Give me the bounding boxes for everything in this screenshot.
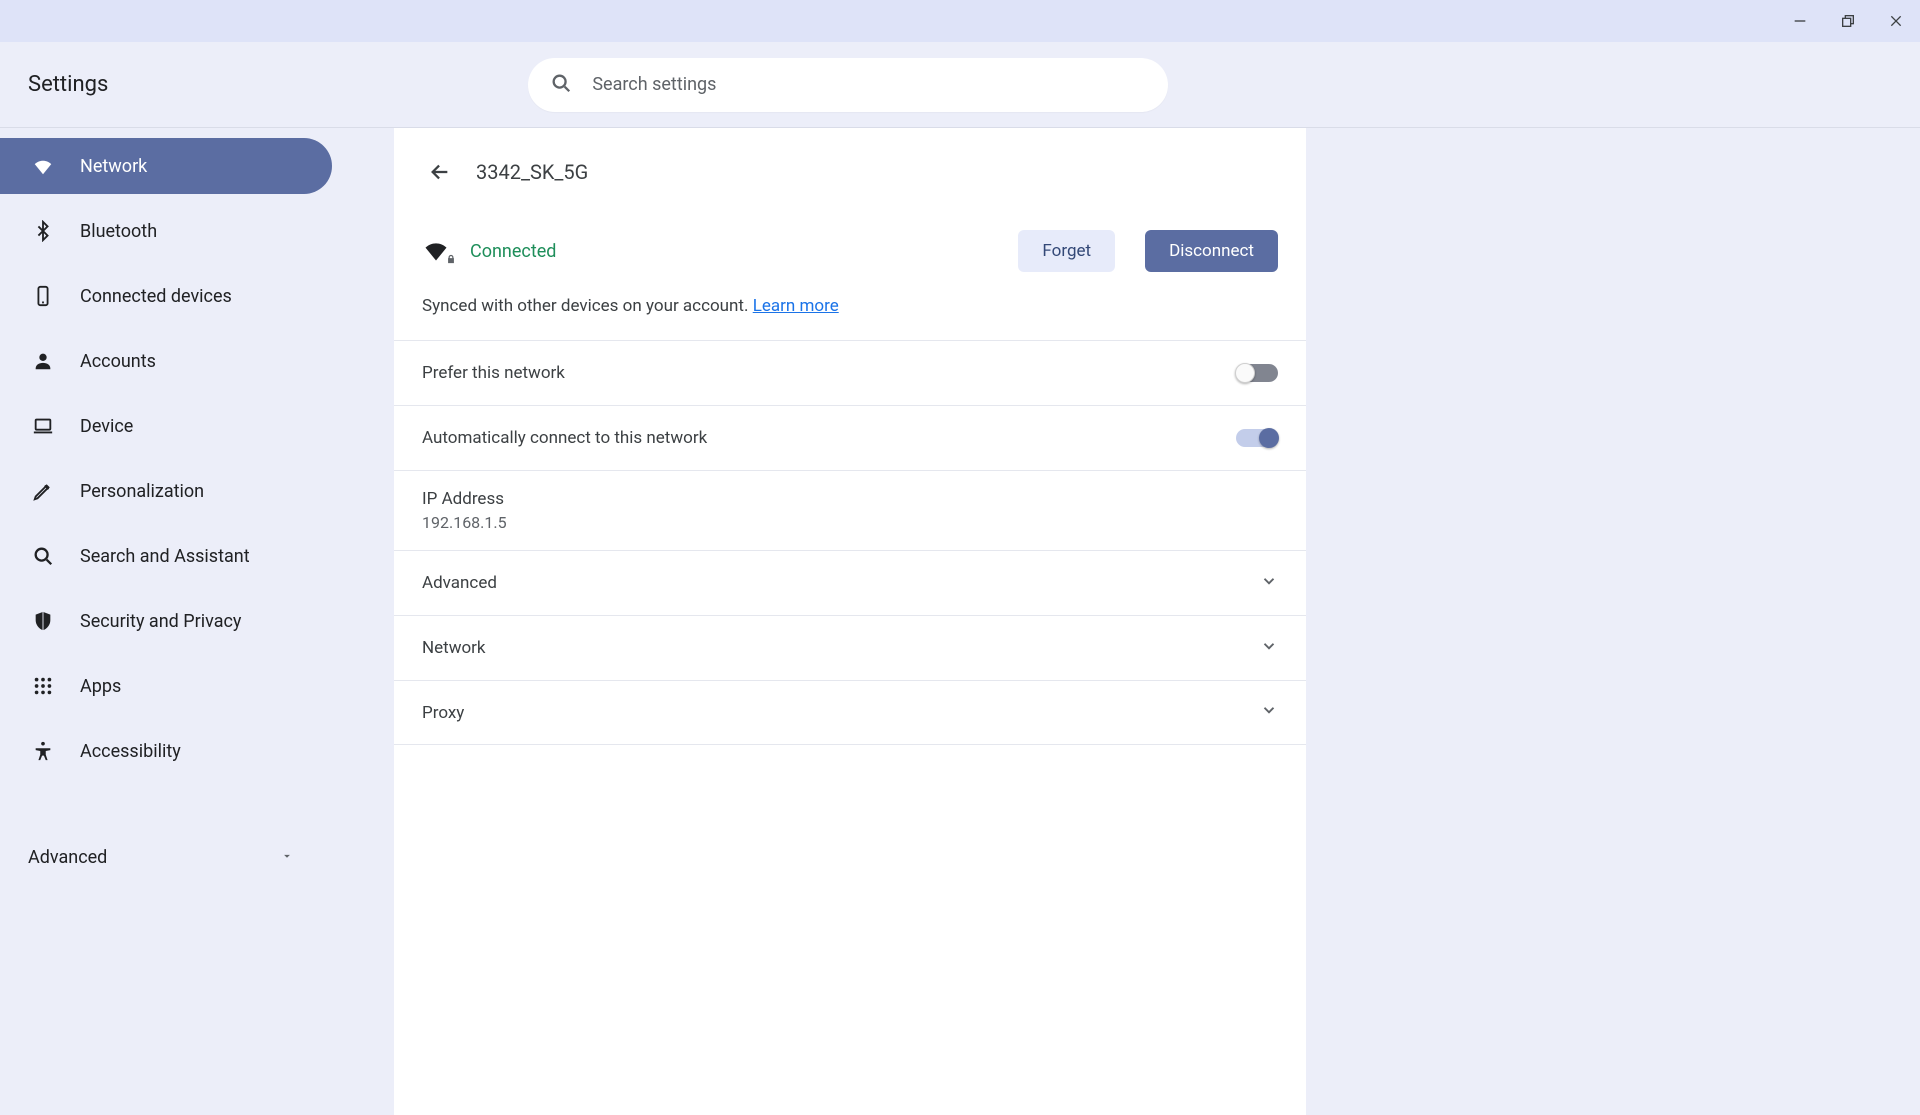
pencil-icon <box>30 478 56 504</box>
sidebar-item-network[interactable]: Network <box>0 138 332 194</box>
wifi-icon <box>30 153 56 179</box>
sidebar-item-apps[interactable]: Apps <box>0 658 332 714</box>
sync-text: Synced with other devices on your accoun… <box>422 296 753 316</box>
shield-icon <box>30 608 56 634</box>
ip-address-value: 192.168.1.5 <box>422 513 1278 532</box>
connection-status: Connected <box>470 241 556 262</box>
prefer-network-toggle[interactable] <box>1236 364 1278 382</box>
sidebar-item-label: Device <box>80 416 133 437</box>
window-restore-button[interactable] <box>1834 7 1862 35</box>
wifi-secure-icon <box>422 236 452 266</box>
search-input[interactable] <box>592 74 1146 95</box>
network-section-row[interactable]: Network <box>394 615 1306 680</box>
proxy-section-row[interactable]: Proxy <box>394 680 1306 745</box>
ip-address-row: IP Address 192.168.1.5 <box>394 470 1306 550</box>
app-title: Settings <box>28 72 108 97</box>
auto-connect-toggle[interactable] <box>1236 429 1278 447</box>
search-box[interactable] <box>528 58 1168 112</box>
search-icon <box>550 72 572 98</box>
network-detail-card: 3342_SK_5G Connected Forget Disconnect S… <box>394 128 1306 1115</box>
sidebar-item-connected-devices[interactable]: Connected devices <box>0 268 332 324</box>
person-icon <box>30 348 56 374</box>
prefer-network-row: Prefer this network <box>394 340 1306 405</box>
advanced-section-label: Advanced <box>422 573 497 593</box>
sidebar-item-label: Security and Privacy <box>80 611 241 632</box>
window-titlebar <box>0 0 1920 42</box>
sidebar-item-label: Network <box>80 156 147 177</box>
sidebar-advanced-label: Advanced <box>28 847 107 868</box>
sidebar-item-label: Apps <box>80 676 121 697</box>
ip-address-label: IP Address <box>422 489 1278 509</box>
sidebar-item-label: Accounts <box>80 351 156 372</box>
app-header: Settings <box>0 42 1920 128</box>
sidebar-item-label: Personalization <box>80 481 204 502</box>
sidebar-item-label: Connected devices <box>80 286 232 307</box>
sidebar-advanced-toggle[interactable]: Advanced <box>0 829 394 885</box>
search-icon <box>30 543 56 569</box>
sidebar-item-label: Search and Assistant <box>80 546 250 567</box>
sidebar-item-device[interactable]: Device <box>0 398 332 454</box>
advanced-section-row[interactable]: Advanced <box>394 550 1306 615</box>
accessibility-icon <box>30 738 56 764</box>
chevron-down-icon <box>1260 572 1278 595</box>
laptop-icon <box>30 413 56 439</box>
sidebar-item-security-privacy[interactable]: Security and Privacy <box>0 593 332 649</box>
sidebar-item-bluetooth[interactable]: Bluetooth <box>0 203 332 259</box>
forget-button[interactable]: Forget <box>1018 230 1115 272</box>
window-minimize-button[interactable] <box>1786 7 1814 35</box>
network-name-title: 3342_SK_5G <box>476 160 588 184</box>
sync-info-row: Synced with other devices on your accoun… <box>394 272 1306 340</box>
back-button[interactable] <box>422 154 458 190</box>
sidebar-item-label: Accessibility <box>80 741 181 762</box>
sidebar-item-accessibility[interactable]: Accessibility <box>0 723 332 779</box>
sidebar-item-personalization[interactable]: Personalization <box>0 463 332 519</box>
prefer-network-label: Prefer this network <box>422 363 565 383</box>
network-section-label: Network <box>422 638 486 658</box>
sidebar-item-search-assistant[interactable]: Search and Assistant <box>0 528 332 584</box>
lock-icon <box>446 249 456 268</box>
sidebar: Network Bluetooth Connected devices Acco… <box>0 128 394 1115</box>
window-close-button[interactable] <box>1882 7 1910 35</box>
auto-connect-row: Automatically connect to this network <box>394 405 1306 470</box>
proxy-section-label: Proxy <box>422 703 464 723</box>
bluetooth-icon <box>30 218 56 244</box>
sidebar-item-label: Bluetooth <box>80 221 157 242</box>
sidebar-item-accounts[interactable]: Accounts <box>0 333 332 389</box>
auto-connect-label: Automatically connect to this network <box>422 428 707 448</box>
chevron-down-icon <box>1260 701 1278 724</box>
chevron-down-icon <box>280 847 294 868</box>
phone-icon <box>30 283 56 309</box>
disconnect-button[interactable]: Disconnect <box>1145 230 1278 272</box>
learn-more-link[interactable]: Learn more <box>753 296 839 316</box>
apps-grid-icon <box>30 673 56 699</box>
chevron-down-icon <box>1260 637 1278 660</box>
